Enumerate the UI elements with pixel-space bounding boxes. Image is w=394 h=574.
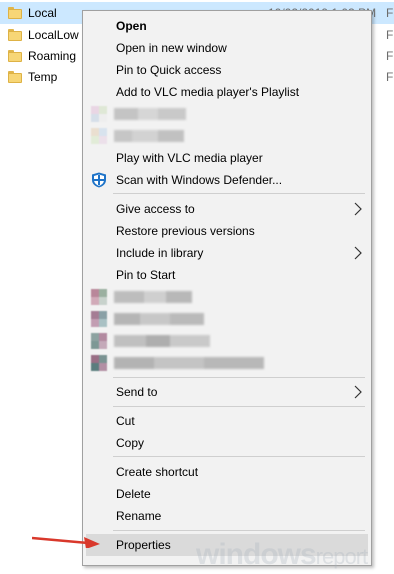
blurred-app-icon <box>91 128 107 144</box>
menu-item-open[interactable]: Open <box>86 15 368 37</box>
menu-item-label: Restore previous versions <box>116 224 255 238</box>
folder-icon <box>8 50 22 62</box>
blurred-menu-item[interactable] <box>86 330 368 352</box>
menu-item-delete[interactable]: Delete <box>86 483 368 505</box>
menu-item-vlc-play[interactable]: Play with VLC media player <box>86 147 368 169</box>
menu-item-pin-start[interactable]: Pin to Start <box>86 264 368 286</box>
menu-item-copy[interactable]: Copy <box>86 432 368 454</box>
blurred-label <box>114 335 210 347</box>
menu-item-label: Give access to <box>116 202 195 216</box>
menu-item-label: Properties <box>116 538 171 552</box>
menu-item-open-new-window[interactable]: Open in new window <box>86 37 368 59</box>
file-type: F <box>386 6 394 20</box>
menu-item-label: Include in library <box>116 246 204 260</box>
menu-item-rename[interactable]: Rename <box>86 505 368 527</box>
watermark-bold: windows <box>196 538 317 571</box>
file-type: F <box>386 49 394 63</box>
menu-item-label: Create shortcut <box>116 465 199 479</box>
chevron-right-icon <box>354 202 362 216</box>
menu-item-label: Scan with Windows Defender... <box>116 173 283 187</box>
menu-item-label: Send to <box>116 385 158 399</box>
menu-item-label: Pin to Quick access <box>116 63 222 77</box>
menu-item-create-shortcut[interactable]: Create shortcut <box>86 461 368 483</box>
blurred-app-icon <box>91 333 107 349</box>
menu-separator <box>113 406 365 407</box>
menu-item-label: Open in new window <box>116 41 227 55</box>
menu-item-give-access[interactable]: Give access to <box>86 198 368 220</box>
menu-item-label: Cut <box>116 414 135 428</box>
menu-item-cut[interactable]: Cut <box>86 410 368 432</box>
blurred-menu-item[interactable] <box>86 286 368 308</box>
file-name: Local <box>28 6 57 20</box>
windows-defender-icon <box>91 172 107 188</box>
menu-item-restore-versions[interactable]: Restore previous versions <box>86 220 368 242</box>
folder-icon <box>8 71 22 83</box>
file-type: F <box>386 70 394 84</box>
blurred-label <box>114 130 184 142</box>
menu-item-label: Rename <box>116 509 162 523</box>
blurred-label <box>114 357 264 369</box>
blurred-app-icon <box>91 311 107 327</box>
file-name: Roaming <box>28 49 77 63</box>
blurred-menu-item[interactable] <box>86 352 368 374</box>
menu-item-label: Play with VLC media player <box>116 151 263 165</box>
menu-item-include-library[interactable]: Include in library <box>86 242 368 264</box>
menu-separator <box>113 530 365 531</box>
file-type: F <box>386 28 394 42</box>
blurred-app-icon <box>91 355 107 371</box>
menu-separator <box>113 193 365 194</box>
menu-item-vlc-playlist[interactable]: Add to VLC media player's Playlist <box>86 81 368 103</box>
file-name: Temp <box>28 70 58 84</box>
watermark-logo: windowsreport <box>196 538 368 572</box>
menu-item-scan-defender[interactable]: Scan with Windows Defender... <box>86 169 368 191</box>
chevron-right-icon <box>354 385 362 399</box>
context-menu: Open Open in new window Pin to Quick acc… <box>82 10 372 566</box>
file-name: LocalLow <box>28 28 79 42</box>
menu-item-label: Pin to Start <box>116 268 176 282</box>
watermark-thin: report <box>315 544 368 569</box>
menu-separator <box>113 456 365 457</box>
menu-item-label: Open <box>116 19 147 33</box>
menu-item-label: Delete <box>116 487 151 501</box>
folder-icon <box>8 29 22 41</box>
folder-icon <box>8 7 22 19</box>
blurred-label <box>114 108 186 120</box>
chevron-right-icon <box>354 246 362 260</box>
menu-item-send-to[interactable]: Send to <box>86 381 368 403</box>
blurred-menu-item[interactable] <box>86 103 368 125</box>
menu-item-label: Add to VLC media player's Playlist <box>116 85 300 99</box>
blurred-app-icon <box>91 106 107 122</box>
blurred-app-icon <box>91 289 107 305</box>
red-arrow-icon <box>32 536 100 548</box>
menu-item-label: Copy <box>116 436 145 450</box>
blurred-menu-item[interactable] <box>86 125 368 147</box>
blurred-menu-item[interactable] <box>86 308 368 330</box>
menu-item-pin-quick-access[interactable]: Pin to Quick access <box>86 59 368 81</box>
menu-separator <box>113 377 365 378</box>
blurred-label <box>114 291 192 303</box>
blurred-label <box>114 313 204 325</box>
